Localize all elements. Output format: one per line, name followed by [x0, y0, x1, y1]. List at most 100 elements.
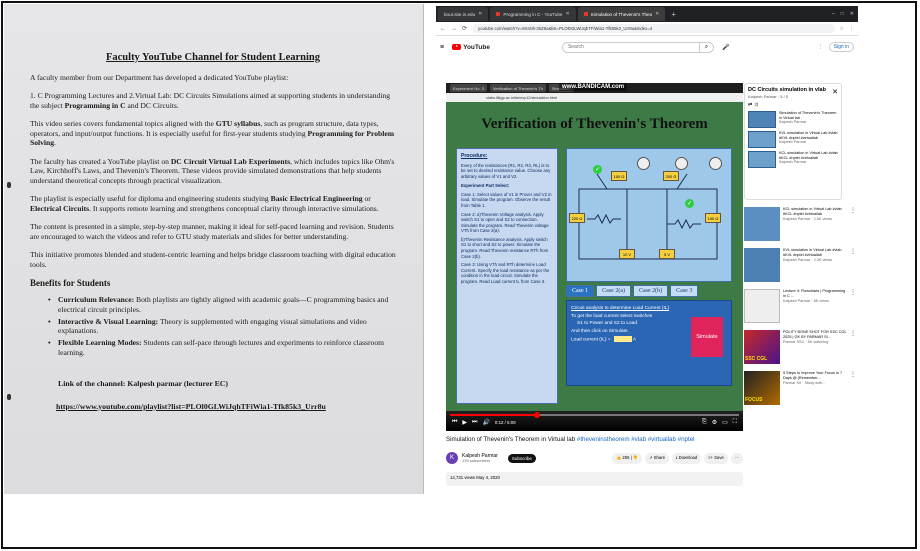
url-field[interactable]: youtube.com/watch?v=9XsNh-3kZ8o&list=PLO… — [472, 24, 835, 33]
tab-case-2b[interactable]: Case 2(b) — [633, 285, 669, 297]
play-icon[interactable]: ▶ — [462, 419, 467, 426]
intro-paragraph: A faculty member from our Department has… — [30, 73, 289, 82]
bookmark-star-icon[interactable]: ☆ — [840, 26, 844, 32]
video-thumbnail[interactable]: FOCUS — [744, 371, 780, 405]
resistor-value[interactable]: 100 Ω — [611, 171, 627, 181]
video-hashtags[interactable]: #theveninstheorem #vlab #virtuallab #npt… — [577, 436, 695, 443]
previous-icon[interactable]: ⏮ — [452, 419, 457, 426]
source-value[interactable]: 5 V — [659, 249, 675, 259]
tab-case-3[interactable]: Case 3 — [670, 285, 699, 297]
reload-icon[interactable]: ⟳ — [462, 25, 467, 32]
volume-icon[interactable]: 🔊 — [482, 419, 489, 426]
paragraph-6: This initiative promotes blended and stu… — [30, 250, 396, 269]
close-icon[interactable]: ✕ — [832, 88, 838, 96]
forward-icon[interactable]: → — [451, 26, 457, 32]
shuffle-icon[interactable]: ⤨ — [754, 102, 758, 108]
channel-link-url: https://www.youtube.com/playlist?list=PL… — [56, 401, 326, 411]
fullscreen-icon[interactable]: ⛶ — [733, 419, 737, 426]
more-actions-icon[interactable]: ⋯ — [730, 452, 743, 464]
new-tab-icon[interactable]: + — [667, 10, 680, 19]
channel-avatar[interactable]: K — [446, 452, 458, 464]
progress-knob[interactable] — [533, 412, 540, 418]
recommended-video[interactable]: KCL simulation in Virtual Lab #vlab #KCL… — [744, 207, 858, 241]
resistor-value[interactable]: 200 Ω — [663, 171, 679, 181]
benefits-heading: Benefits for Students — [30, 278, 111, 289]
close-icon[interactable]: ✕ — [655, 11, 659, 17]
back-icon[interactable]: ← — [440, 26, 446, 32]
tab-case-1[interactable]: Case 1 — [566, 285, 595, 297]
more-options-icon[interactable]: ⋮ — [850, 371, 858, 378]
more-options-icon[interactable]: ⋮ — [850, 207, 858, 214]
browser-tab-active[interactable]: Simulation of Thevenin's Theo ✕ — [577, 7, 666, 21]
search-input[interactable]: Search — [561, 41, 700, 53]
video-thumbnail[interactable]: SSC CGL — [744, 330, 780, 364]
search-icon[interactable]: ⌕ — [699, 41, 714, 53]
recommended-video[interactable]: Lecture 4: Flowcharts | Programming in C… — [744, 289, 858, 323]
share-button[interactable]: ↗ Share — [645, 452, 669, 464]
menu-dots-icon[interactable]: ⋮ — [849, 26, 854, 32]
loop-icon[interactable]: ⇄ — [748, 102, 752, 108]
close-icon[interactable]: ✕ — [478, 11, 482, 17]
source-value[interactable]: 10 V — [619, 249, 635, 259]
simulate-button[interactable]: Simulate — [691, 317, 723, 357]
ammeter-icon — [637, 157, 650, 170]
next-icon[interactable]: ⏭ — [472, 419, 477, 426]
video-thumbnail[interactable] — [748, 131, 776, 148]
more-options-icon[interactable]: ⋮ — [818, 44, 823, 50]
voltmeter-icon — [675, 157, 688, 170]
browser-tab[interactable]: Programming in C - YouTube ✕ — [490, 7, 576, 21]
youtube-favicon-icon — [496, 12, 501, 16]
video-thumbnail[interactable] — [744, 207, 780, 241]
save-button[interactable]: ≡+ Save — [704, 452, 728, 464]
captions-icon[interactable]: ⎘ — [702, 419, 707, 426]
channel-link-label: Link of the channel: Kalpesh parmar (lec… — [58, 378, 229, 388]
recommended-video[interactable]: KVL simulation in Virtual Lab #vlab #KVL… — [744, 248, 858, 282]
time-display: 0:12 / 5:08 — [494, 420, 516, 425]
minimize-icon[interactable]: – — [832, 11, 835, 17]
recorded-address-bar: vlabs.iitkgp.ac.in/be/exp12/simulation.h… — [446, 93, 743, 102]
case-tabs: Case 1 Case 2(a) Case 2(b) Case 3 — [566, 285, 699, 297]
video-player[interactable]: Experiment No. 3 Verification of Thevenin… — [446, 83, 743, 431]
more-options-icon[interactable]: ⋮ — [850, 248, 858, 255]
playlist-item[interactable]: KVL simulation in Virtual Lab #vlab #KVL… — [748, 131, 838, 148]
player-controls: ⏮ ▶ ⏭ 🔊 0:12 / 5:08 ⎘ ⚙ ▭ ⛶ — [446, 411, 743, 431]
more-options-icon[interactable]: ⋮ — [850, 289, 858, 296]
video-thumbnail[interactable] — [748, 111, 776, 128]
resistor-value[interactable]: 220 Ω — [569, 213, 585, 223]
subscribe-button[interactable]: Subscribe — [507, 453, 536, 463]
close-window-icon[interactable]: ✕ — [850, 11, 854, 17]
download-button[interactable]: ⭳ Download — [671, 452, 702, 464]
miniplayer-icon[interactable]: ▭ — [722, 419, 728, 426]
microphone-icon[interactable]: 🎤 — [722, 44, 729, 51]
circuit-diagram: 220 Ω 100 Ω 200 Ω 100 Ω 10 V 5 V ✓ ✓ — [566, 148, 732, 282]
playlist-item[interactable]: KCL simulation in Virtual Lab #vlab #KCL… — [748, 151, 838, 168]
maximize-icon[interactable]: □ — [841, 11, 844, 17]
switch-check-icon[interactable]: ✓ — [593, 165, 602, 174]
window-controls: – □ ✕ — [832, 11, 858, 17]
sign-in-button[interactable]: Sign in — [828, 42, 854, 52]
youtube-screenshot: bout.site.in.edu ✕ Programming in C - You… — [436, 6, 858, 494]
simulation-title: Verification of Thevenin's Theorem — [481, 116, 708, 132]
tab-case-2a[interactable]: Case 2(a) — [596, 285, 631, 297]
more-options-icon[interactable]: ⋮ — [850, 330, 858, 337]
like-button[interactable]: 👍 255 | 👎 — [612, 452, 643, 464]
progress-bar[interactable] — [450, 412, 739, 418]
video-thumbnail[interactable] — [748, 151, 776, 168]
playlist-panel: DC Circuits simulation in vlab Kalpesh P… — [744, 83, 842, 200]
benefit-item: Flexible Learning Modes: Students can se… — [48, 338, 396, 357]
video-thumbnail[interactable] — [744, 289, 780, 323]
recommended-video[interactable]: SSC CGL POLITY BONE SHOT FOR SSC CGL 2025… — [744, 330, 858, 364]
resistor-value[interactable]: 100 Ω — [705, 213, 721, 223]
recommended-video[interactable]: FOCUS 5 Steps to Improve Your Focus in 7 … — [744, 371, 858, 405]
document-title: Faculty YouTube Channel for Student Lear… — [105, 52, 321, 63]
playlist-title[interactable]: DC Circuits simulation in vlab — [748, 87, 838, 93]
settings-gear-icon[interactable]: ⚙ — [712, 419, 717, 426]
browser-tab[interactable]: bout.site.in.edu ✕ — [438, 7, 489, 21]
youtube-logo[interactable]: YouTube — [452, 44, 490, 51]
benefit-item: Interactive & Visual Learning: Theory is… — [48, 317, 396, 336]
switch-check-icon[interactable]: ✓ — [685, 199, 694, 208]
video-thumbnail[interactable] — [744, 248, 780, 282]
hamburger-menu-icon[interactable]: ≡ — [440, 44, 444, 51]
playlist-item[interactable]: Simulation of Thevenin's Theorem in Virt… — [748, 111, 838, 128]
close-icon[interactable]: ✕ — [565, 11, 569, 17]
